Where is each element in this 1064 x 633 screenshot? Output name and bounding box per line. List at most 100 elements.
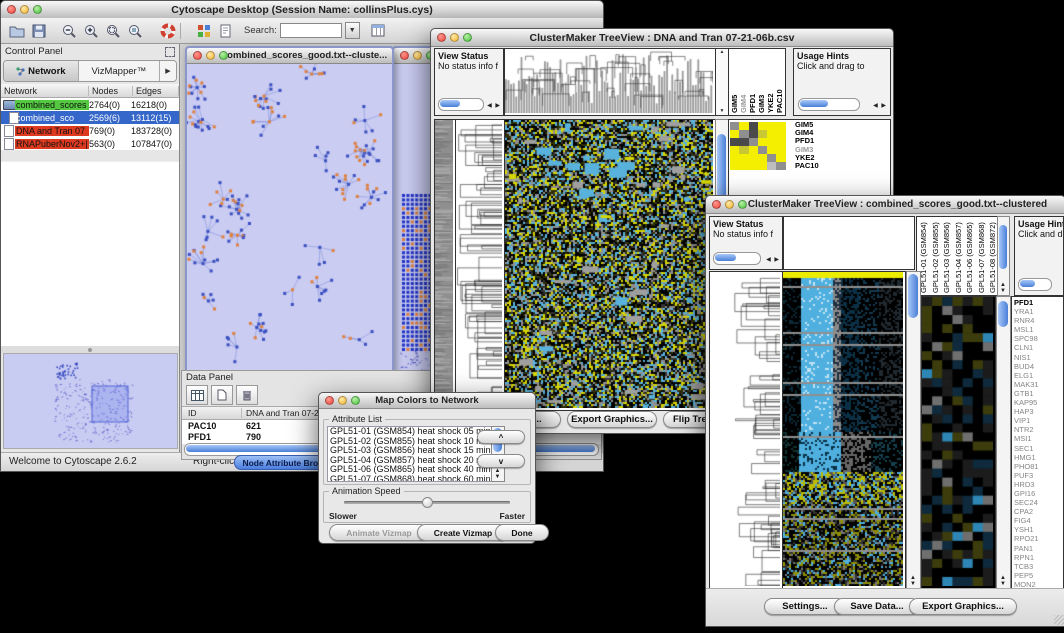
minimize-icon[interactable] bbox=[206, 51, 215, 60]
tv1-mini-heatmap[interactable] bbox=[730, 122, 786, 170]
tv1-global-tree-strip[interactable] bbox=[434, 119, 456, 411]
tv1-column-label: YKE2 bbox=[766, 51, 775, 113]
search-dropdown-icon[interactable]: ▼ bbox=[345, 22, 360, 39]
minimize-icon[interactable] bbox=[725, 200, 734, 209]
animate-vizmap-button[interactable]: Animate Vizmap bbox=[329, 524, 429, 541]
dialog-titlebar[interactable]: Map Colors to Network bbox=[319, 393, 535, 409]
tv2-gene-label: MSI1 bbox=[1014, 434, 1063, 443]
network-table: combined_scores2764(0)16218(0)combined_s… bbox=[1, 98, 179, 150]
panel-splitter[interactable] bbox=[1, 346, 179, 353]
tv2-status-scrollbar[interactable] bbox=[713, 252, 761, 265]
zoom-window-icon[interactable] bbox=[219, 51, 228, 60]
delete-attribute-icon[interactable] bbox=[236, 385, 258, 405]
scroll-arrows-icon[interactable]: ◀ ▶ bbox=[873, 102, 887, 109]
attribute-item[interactable]: GPL51-01 (GSM854) heat shock 05 min bbox=[328, 427, 492, 437]
done-button[interactable]: Done bbox=[495, 524, 549, 541]
vizmapper-icon[interactable] bbox=[194, 22, 213, 40]
tv1-main-heatmap[interactable] bbox=[504, 119, 716, 411]
open-icon[interactable] bbox=[7, 22, 26, 40]
tv1-hints-scrollbar[interactable] bbox=[798, 98, 860, 111]
zoom-window-icon[interactable] bbox=[463, 33, 472, 42]
new-attribute-icon[interactable] bbox=[211, 385, 233, 405]
tv2-gene-label: MSL1 bbox=[1014, 325, 1063, 334]
minimize-icon[interactable] bbox=[413, 51, 422, 60]
mini-heatmap-cell bbox=[758, 130, 767, 138]
attribute-item[interactable]: GPL51-06 (GSM865) heat shock 40 min bbox=[328, 465, 492, 475]
close-icon[interactable] bbox=[400, 51, 409, 60]
tv2-button-bar: Settings... Save Data... Export Graphics… bbox=[706, 588, 1064, 626]
network-canvas[interactable] bbox=[187, 64, 388, 367]
network-overview[interactable] bbox=[3, 353, 178, 449]
attribute-listbox[interactable]: GPL51-01 (GSM854) heat shock 05 minGPL51… bbox=[327, 426, 493, 482]
minimize-icon[interactable] bbox=[20, 5, 29, 14]
tv2-gene-label: HRD3 bbox=[1014, 480, 1063, 489]
speed-slider[interactable] bbox=[344, 501, 510, 504]
attribute-item[interactable]: GPL51-02 (GSM855) heat shock 10 min bbox=[328, 437, 492, 447]
close-icon[interactable] bbox=[712, 200, 721, 209]
tv2-hints-scrollbar[interactable] bbox=[1018, 278, 1052, 291]
tv2-gene-scrollbar[interactable]: ▲▼ bbox=[996, 296, 1011, 589]
attribute-item[interactable]: GPL51-03 (GSM856) heat shock 15 min bbox=[328, 446, 492, 456]
tv2-gene-label: YSH1 bbox=[1014, 525, 1063, 534]
network-nodes: 563(0) bbox=[89, 139, 131, 149]
tab-overflow-icon[interactable]: ▶ bbox=[159, 61, 176, 81]
file-icon bbox=[4, 125, 14, 137]
network-row[interactable]: RNAPuberNov2+|563(0)107847(0) bbox=[1, 137, 179, 150]
zoom-out-icon[interactable] bbox=[59, 22, 78, 40]
close-icon[interactable] bbox=[437, 33, 446, 42]
network-row[interactable]: DNA and Tran 07769(0)183728(0) bbox=[1, 124, 179, 137]
scroll-arrows-icon[interactable]: ◀ ▶ bbox=[487, 102, 501, 109]
network-row[interactable]: combined_sco2569(6)13112(15) bbox=[1, 111, 179, 124]
search-input[interactable] bbox=[280, 23, 342, 38]
tv1-export-graphics-button[interactable]: Export Graphics... bbox=[567, 411, 657, 428]
attribute-item[interactable]: GPL51-07 (GSM868) heat shock 60 min bbox=[328, 475, 492, 482]
annotation-icon[interactable] bbox=[216, 22, 235, 40]
move-up-button[interactable]: ^ bbox=[477, 430, 525, 444]
attribute-browser-icon[interactable] bbox=[369, 22, 388, 40]
attribute-item[interactable]: GPL51-04 (GSM857) heat shock 20 min bbox=[328, 456, 492, 466]
tv2-row-dendrogram[interactable] bbox=[709, 271, 783, 589]
float-panel-icon[interactable] bbox=[165, 47, 175, 57]
mini-heatmap-cell bbox=[767, 154, 776, 162]
tv1-status-scrollbar[interactable] bbox=[438, 98, 484, 111]
tab-network[interactable]: Network bbox=[4, 61, 79, 81]
close-icon[interactable] bbox=[325, 396, 334, 405]
treeview2-titlebar[interactable]: ClusterMaker TreeView : combined_scores_… bbox=[706, 196, 1064, 214]
zoom-in-icon[interactable] bbox=[81, 22, 100, 40]
tv2-vscrollbar[interactable]: ▲▼ bbox=[906, 271, 921, 589]
tv2-export-graphics-button[interactable]: Export Graphics... bbox=[909, 598, 1017, 615]
tv1-mini-scroll-strip[interactable]: ▲ ▼ bbox=[715, 48, 729, 116]
mini-heatmap-cell bbox=[749, 138, 758, 146]
treeview1-titlebar[interactable]: ClusterMaker TreeView : DNA and Tran 07-… bbox=[431, 29, 893, 47]
tv2-gene-label: SEC24 bbox=[1014, 498, 1063, 507]
tv2-array-scrollbar[interactable]: ▲▼ bbox=[997, 216, 1010, 296]
tv2-global-heatmap[interactable] bbox=[782, 271, 906, 589]
tv1-column-dendrogram[interactable] bbox=[504, 48, 716, 116]
close-icon[interactable] bbox=[193, 51, 202, 60]
status-welcome: Welcome to Cytoscape 2.6.2 bbox=[9, 456, 137, 467]
close-icon[interactable] bbox=[7, 5, 16, 14]
zoom-fit-icon[interactable] bbox=[103, 22, 122, 40]
main-titlebar[interactable]: Cytoscape Desktop (Session Name: collins… bbox=[1, 1, 603, 19]
tv2-save-data-button[interactable]: Save Data... bbox=[834, 598, 920, 615]
zoom-window-icon[interactable] bbox=[738, 200, 747, 209]
tv2-array-label: GPL51-06 (GSM865) bbox=[965, 219, 977, 293]
tab-vizmapper[interactable]: VizMapper™ bbox=[79, 61, 159, 81]
resize-grip[interactable] bbox=[1054, 615, 1064, 625]
slider-thumb[interactable] bbox=[422, 497, 433, 508]
zoom-window-icon[interactable] bbox=[351, 396, 360, 405]
network-row[interactable]: combined_scores2764(0)16218(0) bbox=[1, 98, 179, 111]
network-view-title: combined_scores_good.txt--cluste... bbox=[222, 50, 387, 61]
help-icon[interactable] bbox=[158, 22, 177, 40]
scroll-arrows-icon[interactable]: ◀ ▶ bbox=[766, 256, 780, 263]
minimize-icon[interactable] bbox=[450, 33, 459, 42]
zoom-window-icon[interactable] bbox=[33, 5, 42, 14]
move-down-button[interactable]: v bbox=[477, 454, 525, 468]
minimize-icon[interactable] bbox=[338, 396, 347, 405]
zoom-selected-icon[interactable] bbox=[125, 22, 144, 40]
tv1-column-label: GIM4 bbox=[739, 51, 748, 113]
attribute-table-icon[interactable] bbox=[186, 385, 208, 405]
tv1-row-dendrogram[interactable] bbox=[455, 119, 505, 411]
tv2-zoom-heatmap[interactable] bbox=[921, 296, 996, 589]
save-icon[interactable] bbox=[29, 22, 48, 40]
